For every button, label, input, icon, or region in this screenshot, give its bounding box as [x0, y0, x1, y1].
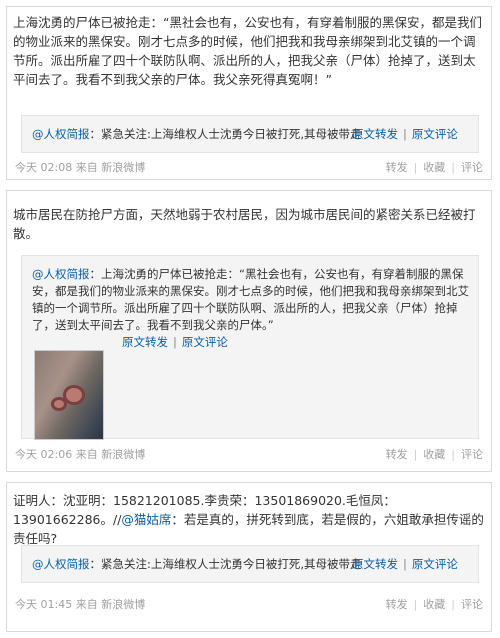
quoted-text: ：紧急关注:上海维权人士沈勇今日被打死,其母被带走	[89, 557, 362, 571]
post-card: 证明人：沈亚明：15821201085.李贵荣：13501869020.毛恒凤：…	[6, 482, 492, 632]
comment-button[interactable]: 评论	[461, 448, 483, 461]
source-prefix: 来自	[75, 161, 98, 174]
post-time-link[interactable]: 今天 02:08	[15, 161, 72, 174]
post-actions: 转发 | 收藏 | 评论	[386, 159, 483, 175]
quoted-actions: 原文转发 | 原文评论	[352, 126, 458, 142]
post-image-thumbnail[interactable]	[34, 350, 104, 440]
quoted-post: @人权简报：紧急关注:上海维权人士沈勇今日被打死,其母被带走 原文转发 | 原文评论	[21, 115, 479, 153]
favorite-button[interactable]: 收藏	[423, 448, 445, 461]
quoted-post-text: @人权简报：紧急关注:上海维权人士沈勇今日被打死,其母被带走	[32, 126, 362, 143]
comment-button[interactable]: 评论	[461, 161, 483, 174]
post-card: 上海沈勇的尸体已被抢走：“黑社会也有，公安也有，有穿着制服的黑保安，都是我们的物…	[6, 6, 492, 180]
post-timestamp-source: 今天 01:45 来自 新浪微博	[15, 596, 145, 612]
source-link[interactable]: 新浪微博	[101, 448, 145, 461]
wound-mark	[51, 397, 67, 411]
separator: |	[403, 557, 407, 571]
quoted-text: ：上海沈勇的尸体已被抢走：“黑社会也有，公安也有，有穿着制服的黑保安，都是我们的…	[32, 267, 469, 332]
quoted-author-link[interactable]: @人权简报	[32, 127, 90, 141]
separator: |	[451, 598, 455, 611]
favorite-button[interactable]: 收藏	[423, 598, 445, 611]
post-actions: 转发 | 收藏 | 评论	[386, 446, 483, 462]
quoted-actions: 原文转发 | 原文评论	[122, 334, 228, 350]
separator: |	[413, 598, 418, 611]
separator: |	[451, 161, 455, 174]
separator: |	[413, 448, 418, 461]
post-body: 上海沈勇的尸体已被抢走：“黑社会也有，公安也有，有穿着制服的黑保安，都是我们的物…	[13, 15, 482, 87]
post-timestamp-source: 今天 02:08 来自 新浪微博	[15, 159, 145, 175]
quoted-text: ：紧急关注:上海维权人士沈勇今日被打死,其母被带走	[89, 127, 362, 141]
source-prefix: 来自	[75, 448, 98, 461]
quoted-post: @人权简报：上海沈勇的尸体已被抢走：“黑社会也有，公安也有，有穿着制服的黑保安，…	[21, 255, 479, 440]
source-prefix: 来自	[75, 598, 98, 611]
post-card: 城市居民在防抢尸方面，天然地弱于农村居民，因为城市居民间的紧密关系已经被打散。 …	[6, 190, 492, 472]
quoted-author-link[interactable]: @人权简报	[32, 267, 90, 281]
original-comment-link[interactable]: 原文评论	[412, 557, 458, 571]
source-link[interactable]: 新浪微博	[101, 161, 145, 174]
separator: |	[403, 127, 407, 141]
post-meta: 今天 01:45 来自 新浪微博 转发 | 收藏 | 评论	[15, 596, 483, 612]
post-body: 证明人：沈亚明：15821201085.李贵荣：13501869020.毛恒凤：…	[13, 491, 485, 548]
separator: |	[451, 448, 455, 461]
separator: |	[413, 161, 418, 174]
post-meta: 今天 02:08 来自 新浪微博 转发 | 收藏 | 评论	[15, 159, 483, 175]
post-timestamp-source: 今天 02:06 来自 新浪微博	[15, 446, 145, 462]
comment-button[interactable]: 评论	[461, 598, 483, 611]
original-repost-link[interactable]: 原文转发	[352, 127, 398, 141]
post-meta: 今天 02:06 来自 新浪微博 转发 | 收藏 | 评论	[15, 446, 483, 462]
repost-button[interactable]: 转发	[386, 161, 408, 174]
quoted-actions: 原文转发 | 原文评论	[352, 556, 458, 572]
original-repost-link[interactable]: 原文转发	[352, 557, 398, 571]
quoted-post-text: @人权简报：上海沈勇的尸体已被抢走：“黑社会也有，公安也有，有穿着制服的黑保安，…	[32, 266, 472, 334]
post-time-link[interactable]: 今天 01:45	[15, 598, 72, 611]
quoted-post: @人权简报：紧急关注:上海维权人士沈勇今日被打死,其母被带走 原文转发 | 原文评论	[21, 545, 479, 583]
source-link[interactable]: 新浪微博	[101, 598, 145, 611]
original-repost-link[interactable]: 原文转发	[122, 335, 168, 349]
repost-button[interactable]: 转发	[386, 448, 408, 461]
post-body: 城市居民在防抢尸方面，天然地弱于农村居民，因为城市居民间的紧密关系已经被打散。	[13, 207, 476, 241]
favorite-button[interactable]: 收藏	[423, 161, 445, 174]
quoted-post-text: @人权简报：紧急关注:上海维权人士沈勇今日被打死,其母被带走	[32, 556, 362, 573]
post-time-link[interactable]: 今天 02:06	[15, 448, 72, 461]
mention-link[interactable]: @猫姑席	[121, 512, 171, 527]
repost-button[interactable]: 转发	[386, 598, 408, 611]
separator: |	[173, 335, 177, 349]
original-comment-link[interactable]: 原文评论	[182, 335, 228, 349]
original-comment-link[interactable]: 原文评论	[412, 127, 458, 141]
quoted-author-link[interactable]: @人权简报	[32, 557, 90, 571]
post-actions: 转发 | 收藏 | 评论	[386, 596, 483, 612]
